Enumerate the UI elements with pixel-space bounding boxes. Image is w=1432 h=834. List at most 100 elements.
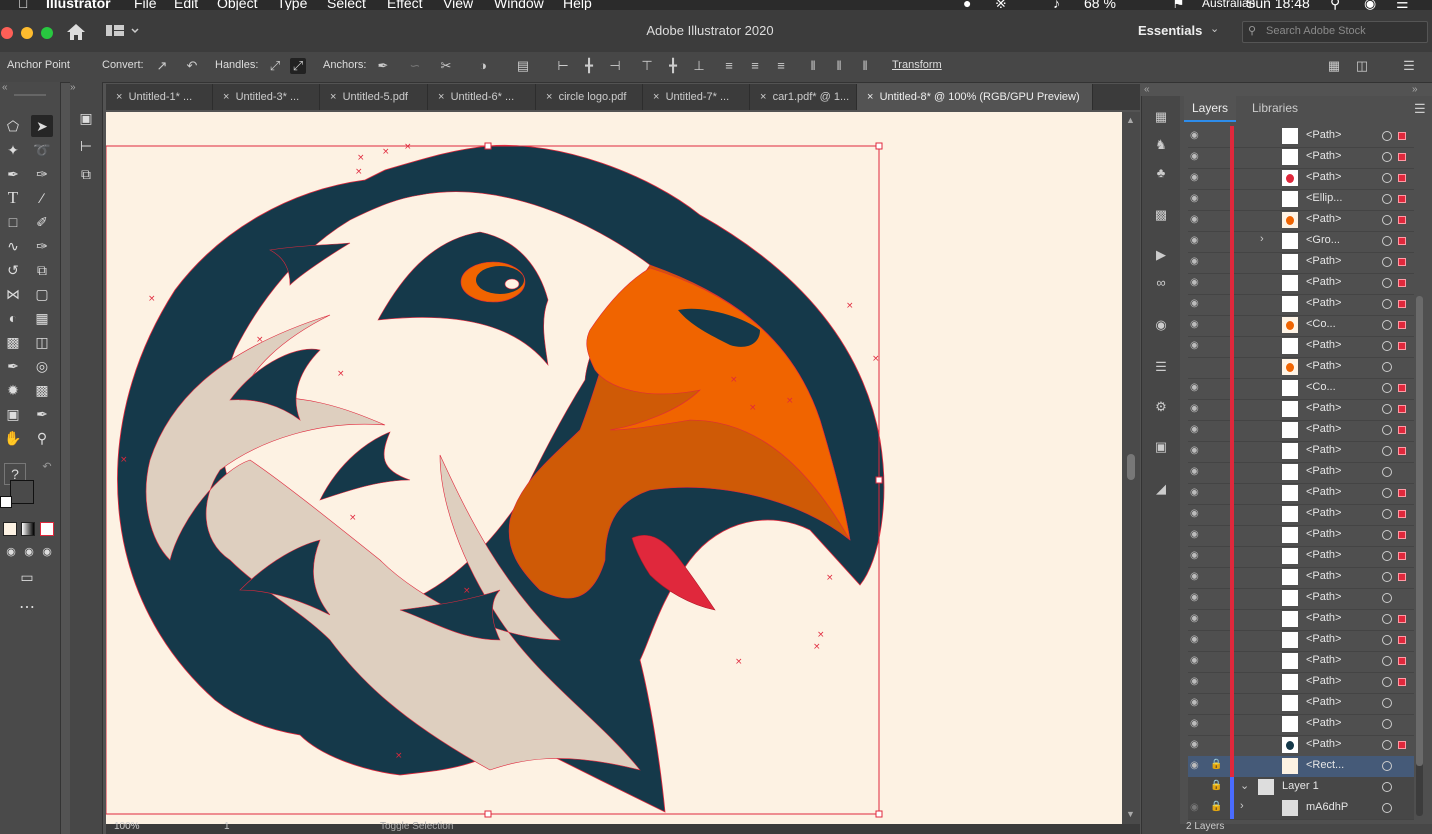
visibility-eye-icon[interactable]: ◉ [1190, 424, 1202, 436]
visibility-eye-icon[interactable]: ◉ [1190, 256, 1202, 268]
transparency-panel-icon[interactable]: ◢ [1152, 480, 1170, 498]
layers-scrollbar[interactable] [1416, 296, 1423, 816]
distribute-hcenter-icon[interactable]: ‖ [831, 58, 847, 74]
align-right-icon[interactable]: ⊣ [607, 58, 623, 74]
target-circle-icon[interactable] [1382, 488, 1392, 498]
home-icon[interactable] [66, 23, 86, 41]
stock-search-input[interactable]: Search Adobe Stock [1266, 25, 1366, 37]
swap-colors-icon[interactable]: ↶ [36, 456, 58, 478]
layer-row[interactable]: ◉ <Path> [1188, 525, 1414, 547]
target-circle-icon[interactable] [1382, 404, 1392, 414]
direct-selection-tool-icon[interactable]: ➤ [31, 115, 53, 137]
fill-color-button[interactable] [3, 522, 17, 536]
shape-builder-tool-icon[interactable]: ◐ [2, 307, 24, 329]
edit-toolbar-icon[interactable]: ⋯ [16, 597, 38, 619]
layer-name[interactable]: <Path> [1306, 717, 1341, 729]
target-circle-icon[interactable] [1382, 173, 1392, 183]
tab-untitled-5[interactable]: × Untitled-5.pdf [320, 84, 428, 110]
artboard-number[interactable]: 1 [224, 821, 230, 832]
layer-name[interactable]: <Rect... [1306, 759, 1344, 771]
properties-panel-icon[interactable]: ▦ [1152, 108, 1170, 126]
visibility-eye-icon[interactable]: ◉ [1190, 340, 1202, 352]
menu-edit[interactable]: Edit [174, 0, 198, 10]
pathfinder-panel-icon[interactable]: ⧉ [75, 163, 97, 185]
visibility-eye-icon[interactable]: ◉ [1190, 655, 1202, 667]
convert-to-corner-icon[interactable]: ↗ [154, 58, 170, 74]
selection-indicator[interactable] [1398, 447, 1406, 455]
target-circle-icon[interactable] [1382, 551, 1392, 561]
layer-name[interactable]: <Co... [1306, 318, 1336, 330]
zoom-window-button[interactable] [41, 27, 53, 39]
layer-row[interactable]: ◉ <Path> [1188, 588, 1414, 610]
target-circle-icon[interactable] [1382, 698, 1392, 708]
rotate-tool-icon[interactable]: ↺ [2, 259, 24, 281]
close-icon[interactable]: × [760, 91, 766, 103]
layer-row[interactable]: ◉ <Path> [1188, 714, 1414, 736]
volume-icon[interactable]: ♪ [1053, 0, 1060, 10]
selection-indicator[interactable] [1398, 510, 1406, 518]
layer-name[interactable]: <Path> [1306, 633, 1341, 645]
target-circle-icon[interactable] [1382, 572, 1392, 582]
menu-help[interactable]: Help [563, 0, 592, 10]
width-tool-icon[interactable]: ⋈ [2, 283, 24, 305]
line-tool-icon[interactable]: ∕ [31, 187, 53, 209]
target-circle-icon[interactable] [1382, 152, 1392, 162]
selection-tool-icon[interactable]: ⬠ [2, 115, 24, 137]
layer-name[interactable]: <Path> [1306, 444, 1341, 456]
control-bar-menu-icon[interactable]: ☰ [1401, 58, 1417, 74]
target-circle-icon[interactable] [1382, 320, 1392, 330]
layer-name[interactable]: <Path> [1306, 696, 1341, 708]
stroke-color-swatch[interactable] [10, 480, 34, 504]
selection-indicator[interactable] [1398, 405, 1406, 413]
align-top-icon[interactable]: ⊤ [639, 58, 655, 74]
expand-chevron-icon[interactable]: › [1240, 800, 1244, 812]
selection-indicator[interactable] [1398, 741, 1406, 749]
shaper-tool-icon[interactable]: ∿ [2, 235, 24, 257]
target-circle-icon[interactable] [1382, 383, 1392, 393]
layer-group-row[interactable]: 🔒 ⌄ Layer 1 [1188, 777, 1414, 799]
apple-icon[interactable]:  [18, 0, 29, 10]
layer-row[interactable]: ◉ <Path> [1188, 441, 1414, 463]
layer-name[interactable]: Layer 1 [1282, 780, 1319, 792]
links-panel-icon[interactable]: ∞ [1152, 274, 1170, 292]
close-icon[interactable]: × [330, 91, 336, 103]
lock-icon[interactable]: 🔒 [1210, 801, 1222, 812]
selection-indicator[interactable] [1398, 489, 1406, 497]
target-circle-icon[interactable] [1382, 194, 1392, 204]
selection-indicator[interactable] [1398, 258, 1406, 266]
align-panel-icon[interactable]: ⊢ [75, 135, 97, 157]
default-colors-icon[interactable] [0, 496, 12, 508]
symbols-panel-icon[interactable]: ♣ [1152, 164, 1170, 182]
draw-inside-icon[interactable]: ◉ [36, 541, 58, 563]
tab-car1[interactable]: × car1.pdf* @ 1... [750, 84, 857, 110]
battery-label[interactable]: 68 % [1084, 0, 1116, 10]
tab-untitled-3[interactable]: × Untitled-3* ... [213, 84, 320, 110]
bluetooth-icon[interactable]: ※ [995, 0, 1007, 10]
workspace-switcher-icon[interactable] [106, 24, 140, 38]
menu-app-name[interactable]: Illustrator [46, 0, 111, 10]
layer-name[interactable]: mA6dhP [1306, 801, 1348, 813]
align-hcenter-icon[interactable]: ╋ [581, 58, 597, 74]
visibility-eye-icon[interactable]: ◉ [1190, 235, 1202, 247]
layer-row[interactable]: ◉ <Ellip... [1188, 189, 1414, 211]
visibility-eye-icon[interactable]: ◉ [1190, 445, 1202, 457]
free-transform-tool-icon[interactable]: ▢ [31, 283, 53, 305]
tab-libraries[interactable]: Libraries [1240, 96, 1310, 120]
tab-untitled-8[interactable]: × Untitled-8* @ 100% (RGB/GPU Preview) [857, 84, 1093, 110]
menu-file[interactable]: File [134, 0, 157, 10]
hide-handles-icon[interactable]: ⤢ [290, 58, 306, 74]
menu-view[interactable]: View [443, 0, 473, 10]
layer-name[interactable]: <Co... [1306, 381, 1336, 393]
visibility-eye-icon[interactable]: ◉ [1190, 592, 1202, 604]
3d-panel-icon[interactable]: ▣ [1152, 438, 1170, 456]
visibility-eye-icon[interactable]: ◉ [1190, 151, 1202, 163]
visibility-eye-icon[interactable]: ◉ [1190, 382, 1202, 394]
collapse-dock-icon[interactable]: « [1144, 84, 1150, 95]
blend-tool-icon[interactable]: ◎ [31, 355, 53, 377]
selection-indicator[interactable] [1398, 216, 1406, 224]
close-icon[interactable]: × [223, 91, 229, 103]
column-graph-tool-icon[interactable]: ▩ [31, 379, 53, 401]
visibility-eye-icon[interactable]: ◉ [1190, 466, 1202, 478]
target-circle-icon[interactable] [1382, 131, 1392, 141]
scrollbar-thumb[interactable] [1127, 454, 1135, 480]
